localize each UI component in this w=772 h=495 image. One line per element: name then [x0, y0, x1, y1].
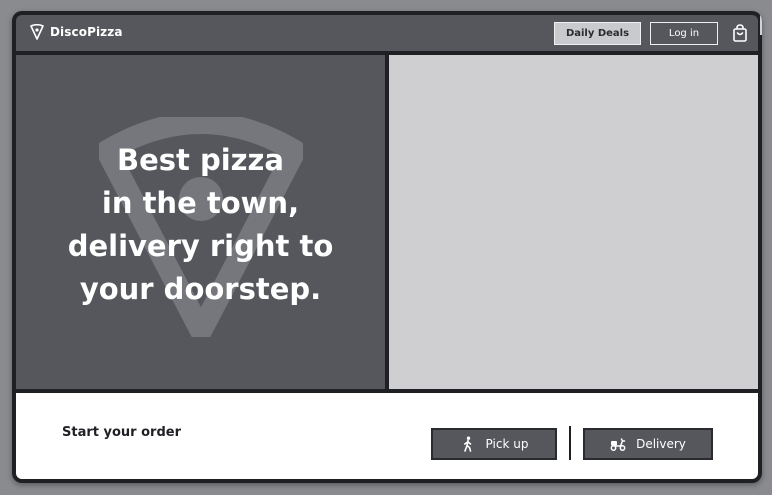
pizza-slice-icon: [30, 24, 44, 40]
hero-line: in the town,: [101, 186, 300, 220]
top-nav-bar: DiscoPizza Daily Deals Log in: [16, 15, 758, 51]
hero-headline: Best pizza in the town, delivery right t…: [16, 139, 385, 311]
delivery-label: Delivery: [636, 437, 686, 451]
login-button[interactable]: Log in: [650, 22, 718, 45]
logo[interactable]: DiscoPizza: [30, 24, 123, 40]
pickup-button[interactable]: Pick up: [431, 428, 557, 460]
start-order-label: Start your order: [62, 425, 181, 440]
pickup-label: Pick up: [485, 437, 529, 451]
hero-line: your doorstep.: [79, 272, 322, 306]
daily-deals-button[interactable]: Daily Deals: [554, 22, 641, 45]
hero-image-placeholder: [389, 55, 758, 389]
hero-line: delivery right to: [67, 229, 334, 263]
app-window: DiscoPizza Daily Deals Log in Best pizza…: [12, 11, 762, 483]
shopping-bag-icon[interactable]: [732, 24, 748, 42]
window-edge-accent: [760, 11, 762, 35]
hero-panel: Best pizza in the town, delivery right t…: [16, 55, 385, 389]
divider: [569, 426, 571, 460]
walking-person-icon: [460, 436, 476, 452]
hero-line: Best pizza: [116, 143, 285, 177]
logo-text: DiscoPizza: [50, 25, 123, 39]
delivery-button[interactable]: Delivery: [583, 428, 713, 460]
scooter-icon: [610, 436, 626, 452]
order-bar: Start your order Pick up Delivery: [16, 393, 758, 479]
